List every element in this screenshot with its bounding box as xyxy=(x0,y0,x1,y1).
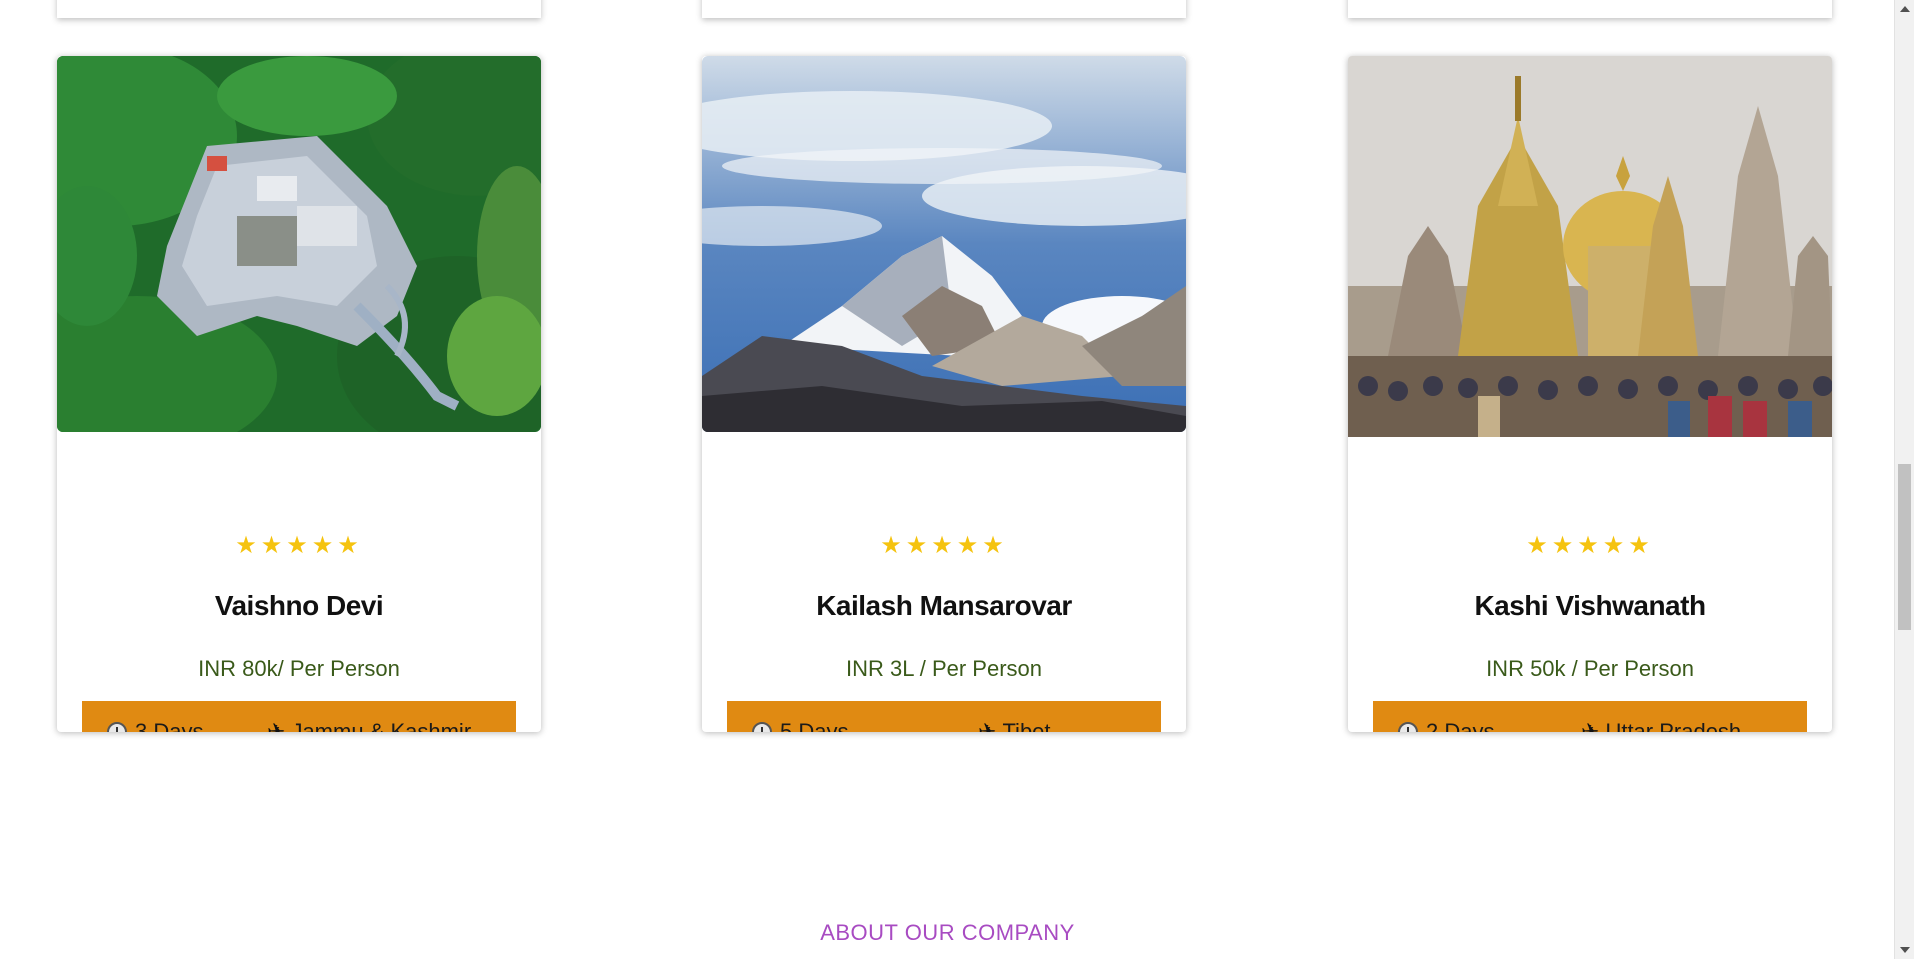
duration-label: 3 Days xyxy=(135,719,204,732)
duration: 3 Days xyxy=(107,719,203,732)
duration: 2 Days xyxy=(1398,719,1494,732)
tour-image[interactable] xyxy=(702,56,1186,432)
previous-card-bottom xyxy=(57,0,541,18)
about-company-heading: ABOUT OUR COMPANY xyxy=(820,920,1075,945)
duration-label: 2 Days xyxy=(1426,719,1495,732)
vertical-scrollbar[interactable] xyxy=(1894,0,1914,959)
destination: ✈ Uttar Pradesh xyxy=(1581,719,1741,732)
page: ★★★★★ Vaishno Devi INR 80k/ Per Person 3… xyxy=(0,0,1914,959)
plane-icon: ✈ xyxy=(978,719,997,733)
previous-card-bottom xyxy=(702,0,1186,18)
clock-icon xyxy=(107,722,127,732)
tour-card-kashi-vishwanath[interactable]: ★★★★★ Kashi Vishwanath INR 50k / Per Per… xyxy=(1348,56,1832,732)
destination: ✈ Jammu & Kashmir xyxy=(267,719,471,732)
scrollbar-thumb[interactable] xyxy=(1898,464,1911,630)
duration: 5 Days xyxy=(752,719,848,732)
destination: ✈ Tibet xyxy=(978,719,1051,732)
plane-icon: ✈ xyxy=(267,719,286,733)
plane-icon: ✈ xyxy=(1581,719,1600,733)
destination-label: Uttar Pradesh xyxy=(1605,719,1742,732)
rating-stars: ★★★★★ xyxy=(235,531,363,559)
clock-icon xyxy=(752,722,772,732)
duration-label: 5 Days xyxy=(780,719,849,732)
tour-info-bar: 3 Days ✈ Jammu & Kashmir xyxy=(82,701,516,732)
tour-image[interactable] xyxy=(57,56,541,432)
previous-card-bottom xyxy=(1348,0,1832,18)
scroll-up-arrow-icon[interactable] xyxy=(1900,6,1910,12)
tour-price: INR 50k / Per Person xyxy=(1486,656,1694,681)
tour-card-kailash-mansarovar[interactable]: ★★★★★ Kailash Mansarovar INR 3L / Per Pe… xyxy=(702,56,1186,732)
tour-title[interactable]: Kashi Vishwanath xyxy=(1348,590,1832,622)
tour-title[interactable]: Kailash Mansarovar xyxy=(702,590,1186,622)
tour-info-bar: 5 Days ✈ Tibet xyxy=(727,701,1161,732)
tour-image[interactable] xyxy=(1348,56,1832,437)
clock-icon xyxy=(1398,722,1418,732)
tour-info-bar: 2 Days ✈ Uttar Pradesh xyxy=(1373,701,1807,732)
destination-label: Tibet xyxy=(1002,719,1051,732)
scroll-down-arrow-icon[interactable] xyxy=(1900,947,1910,953)
tour-price: INR 80k/ Per Person xyxy=(198,656,400,681)
tour-title[interactable]: Vaishno Devi xyxy=(57,590,541,622)
tour-price: INR 3L / Per Person xyxy=(845,656,1043,681)
rating-stars: ★★★★★ xyxy=(880,531,1008,559)
rating-stars: ★★★★★ xyxy=(1526,531,1654,559)
tour-card-vaishno-devi[interactable]: ★★★★★ Vaishno Devi INR 80k/ Per Person 3… xyxy=(57,56,541,732)
destination-label: Jammu & Kashmir xyxy=(291,719,472,732)
